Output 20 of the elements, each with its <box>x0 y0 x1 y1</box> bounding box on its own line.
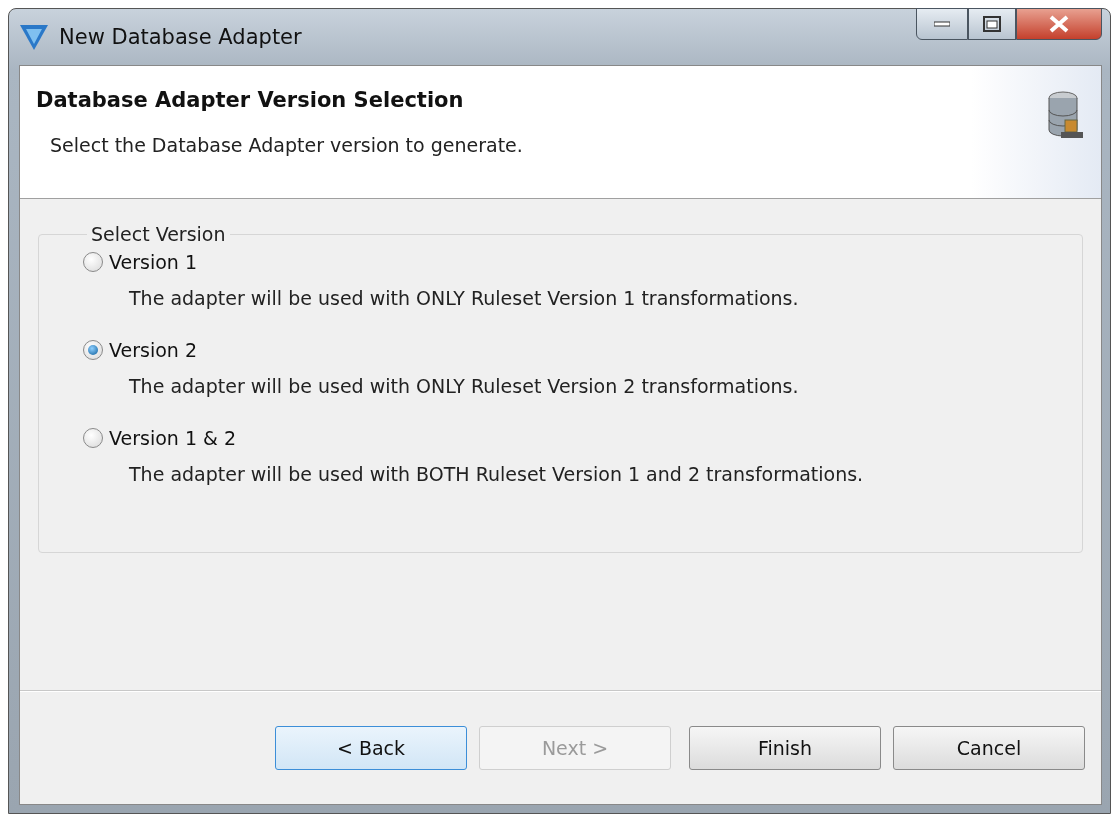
wizard-button[interactable]: < Back <box>275 726 467 770</box>
minimize-icon <box>934 21 950 27</box>
page-title: Database Adapter Version Selection <box>36 88 465 112</box>
close-button[interactable] <box>1016 8 1102 40</box>
wizard-button[interactable]: Finish <box>689 726 881 770</box>
version-radio[interactable]: Version 1 & 2 <box>83 427 1082 449</box>
page-description: Select the Database Adapter version to generate. <box>50 134 524 156</box>
minimize-button[interactable] <box>916 8 968 40</box>
maximize-button[interactable] <box>968 8 1016 40</box>
group-label: Select Version <box>90 223 227 245</box>
option-description: The adapter will be used with BOTH Ruleset Version 1 and 2 transformations. <box>129 463 865 485</box>
wizard-button[interactable]: Cancel <box>893 726 1085 770</box>
app-logo-icon <box>19 23 49 51</box>
version-radio[interactable]: Version 2 <box>83 339 1082 361</box>
option-description: The adapter will be used with ONLY Ruleset Version 1 transformations. <box>129 287 800 309</box>
window-title: New Database Adapter <box>59 25 303 49</box>
maximize-icon <box>983 16 1001 32</box>
option-description: The adapter will be used with ONLY Ruleset Version 2 transformations. <box>129 375 800 397</box>
version-radio[interactable]: Version 1 <box>83 251 1082 273</box>
close-icon <box>1049 15 1069 33</box>
